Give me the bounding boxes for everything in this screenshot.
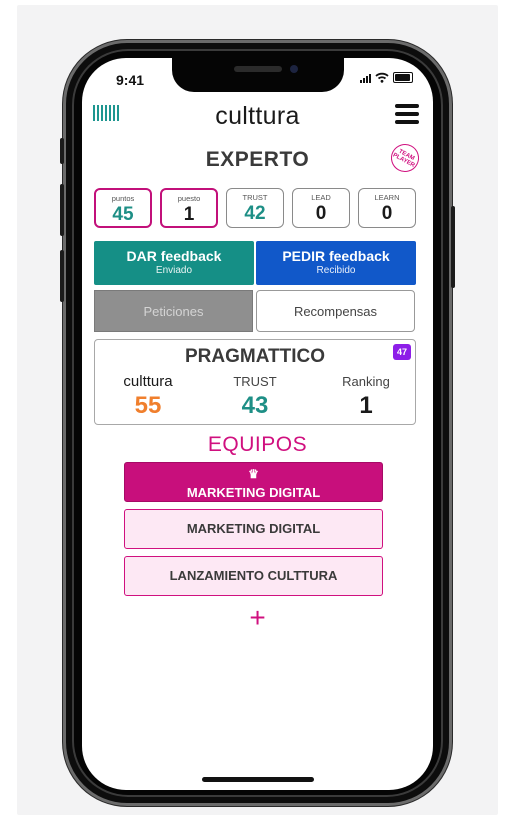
trust-value: 43	[241, 392, 269, 419]
feedback-buttons: DAR feedback Enviado PEDIR feedback Reci…	[94, 241, 422, 285]
stat-label: puntos	[111, 194, 135, 203]
team-name: PRAGMATTICO	[184, 346, 326, 367]
crown-icon: ♛	[248, 467, 259, 481]
culttura-label: culttura	[123, 373, 173, 390]
culttura-value: 55	[134, 392, 162, 419]
status-time: 9:41	[116, 72, 145, 88]
stat-puntos[interactable]: puntos 45	[94, 188, 152, 228]
trust-score: TRUST 43	[215, 374, 295, 420]
team-button-label: MARKETING DIGITAL	[186, 485, 321, 500]
stats-row: puntos 45 puesto 1 TRUST 42 LEAD 0 LEARN…	[94, 188, 424, 234]
phone-side-button	[60, 250, 64, 302]
ranking-value: 1	[359, 392, 373, 419]
dar-feedback-title: DAR feedback	[126, 248, 222, 264]
team-card[interactable]: PRAGMATTICO 47 culttura 55 TRUST 43 Rank…	[94, 339, 416, 425]
tab-peticiones[interactable]: Peticiones	[94, 290, 253, 332]
stat-label: LEARN	[374, 193, 400, 202]
team-button[interactable]: MARKETING DIGITAL	[124, 509, 383, 549]
wifi-icon	[375, 72, 389, 83]
stat-label: puesto	[177, 194, 201, 203]
stat-value: 0	[315, 203, 327, 224]
pedir-feedback-subtitle: Recibido	[316, 265, 356, 276]
camera	[290, 65, 298, 73]
app-logo: culttura	[215, 102, 300, 130]
phone-notch	[172, 58, 344, 92]
trust-label: TRUST	[233, 374, 277, 389]
tab-recompensas[interactable]: Recompensas	[256, 290, 415, 332]
signal-icon	[360, 73, 371, 83]
stat-label: TRUST	[242, 193, 268, 202]
phone-side-button	[60, 138, 64, 164]
team-button-leader[interactable]: ♛ MARKETING DIGITAL	[124, 462, 383, 502]
speaker	[234, 66, 282, 72]
tab-row: Peticiones Recompensas	[94, 290, 422, 334]
add-team-button[interactable]: +	[82, 603, 433, 633]
phone-side-button	[60, 184, 64, 236]
battery-icon	[393, 72, 413, 83]
ranking-score: Ranking 1	[331, 374, 401, 420]
team-count-badge: 47	[393, 344, 411, 360]
dar-feedback-button[interactable]: DAR feedback Enviado	[94, 241, 254, 285]
hamburger-menu-icon[interactable]	[395, 104, 419, 124]
stat-value: 45	[112, 204, 134, 225]
stat-puesto[interactable]: puesto 1	[160, 188, 218, 228]
culttura-score: culttura 55	[113, 374, 183, 420]
stat-lead[interactable]: LEAD 0	[292, 188, 350, 228]
dar-feedback-subtitle: Enviado	[155, 265, 193, 276]
stat-value: 0	[381, 203, 393, 224]
equipos-title: EQUIPOS	[207, 433, 308, 456]
stat-learn[interactable]: LEARN 0	[358, 188, 416, 228]
app-header: culttura	[82, 98, 433, 138]
status-icons	[360, 72, 413, 83]
level-title: EXPERTO	[205, 148, 310, 171]
stat-label: LEAD	[311, 193, 331, 202]
stat-value: 1	[183, 204, 195, 225]
ranking-label: Ranking	[342, 374, 390, 389]
stat-value: 42	[244, 203, 266, 224]
phone-screen: 9:41 culttura EXPERTO TEAM PLAYER puntos…	[82, 58, 433, 790]
pedir-feedback-title: PEDIR feedback	[282, 248, 390, 264]
stat-trust[interactable]: TRUST 42	[226, 188, 284, 228]
team-button[interactable]: LANZAMIENTO CULTTURA	[124, 556, 383, 596]
home-indicator	[202, 777, 314, 782]
pedir-feedback-button[interactable]: PEDIR feedback Recibido	[256, 241, 416, 285]
phone-side-button	[451, 206, 455, 288]
